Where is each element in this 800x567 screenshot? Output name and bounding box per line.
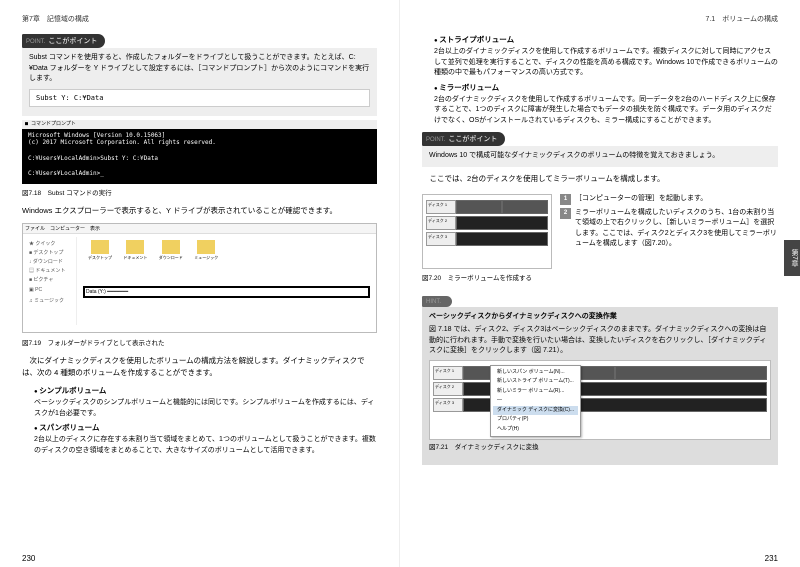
explorer-window: ファイル コンピューター 表示 ★ クイック■ デスクトップ↓ ダウンロード ▤… [22, 223, 377, 333]
volume-types-left: シンプルボリュームベーシックディスクのシンプルボリュームと機能的には同じです。シ… [34, 385, 377, 456]
chapter-tab: 第7章 [784, 240, 800, 276]
caption-719: 図7.19 フォルダーがドライブとして表示された [22, 337, 377, 347]
command-prompt: ■ コマンドプロンプト Microsoft Windows [Version 1… [22, 120, 377, 184]
step-2: 2ミラーボリュームを構成したいディスクのうち、1台の未割り当て領域の上で右クリッ… [560, 208, 778, 250]
point-box-1: POINT.ここがポイント Subst コマンドを使用すると、作成したフォルダー… [22, 34, 377, 116]
y-drive-highlight: Data (Y:) ━━━━━━━ [83, 286, 370, 298]
header-right: 7.1 ボリュームの構成 [422, 14, 778, 24]
point-box-2: POINT.ここがポイント Windows 10 で構成可能なダイナミックディス… [422, 132, 778, 167]
disk-figure-720: ディスク 1 ディスク 2 ディスク 3 [422, 194, 552, 269]
step-1: 1［コンピューターの管理］を起動します。 [560, 194, 778, 205]
page-left: 第7章 記憶域の構成 POINT.ここがポイント Subst コマンドを使用する… [0, 0, 400, 567]
folder-icon: デスクトップ [84, 240, 116, 261]
point-body: Subst コマンドを使用すると、作成したフォルダーをドライブとして扱うことがで… [22, 48, 377, 116]
subst-command: Subst Y: C:¥Data [29, 89, 370, 108]
text-mirror-intro: ここでは、2台のディスクを使用してミラーボリュームを構成します。 [422, 173, 778, 185]
caption-720: 図7.20 ミラーボリュームを作成する [422, 272, 552, 282]
point-tab: POINT.ここがポイント [22, 34, 105, 48]
context-menu[interactable]: 新しいスパン ボリューム(N)...新しいストライプ ボリューム(T)...新し… [490, 365, 581, 438]
text-dynamic-intro: 次にダイナミックディスクを使用したボリュームの構成方法を解説します。ダイナミック… [22, 355, 377, 379]
page-number-left: 230 [22, 554, 35, 563]
hint-box: HINT. ベーシックディスクからダイナミックディスクへの変換作業 図 7.18… [422, 296, 778, 466]
text-explorer-intro: Windows エクスプローラーで表示すると、Y ドライブが表示されていることが… [22, 205, 377, 217]
explorer-sidebar: ★ クイック■ デスクトップ↓ ダウンロード ▤ ドキュメント■ ピクチャ ▣ … [27, 237, 77, 325]
page-number-right: 231 [765, 554, 778, 563]
header-left: 第7章 記憶域の構成 [22, 14, 377, 24]
volume-types-right: ストライプボリューム2台以上のダイナミックディスクを使用して作成するボリュームで… [434, 34, 778, 126]
disk-figure-721: ディスク 1 ディスク 2 ディスク 3 新しいスパン ボリューム(N)...新… [429, 360, 771, 440]
caption-718: 図7.18 Subst コマンドの実行 [22, 187, 377, 197]
caption-721: 図7.21 ダイナミックディスクに変換 [429, 443, 771, 453]
page-right: 7.1 ボリュームの構成 ストライプボリューム2台以上のダイナミックディスクを使… [400, 0, 800, 567]
